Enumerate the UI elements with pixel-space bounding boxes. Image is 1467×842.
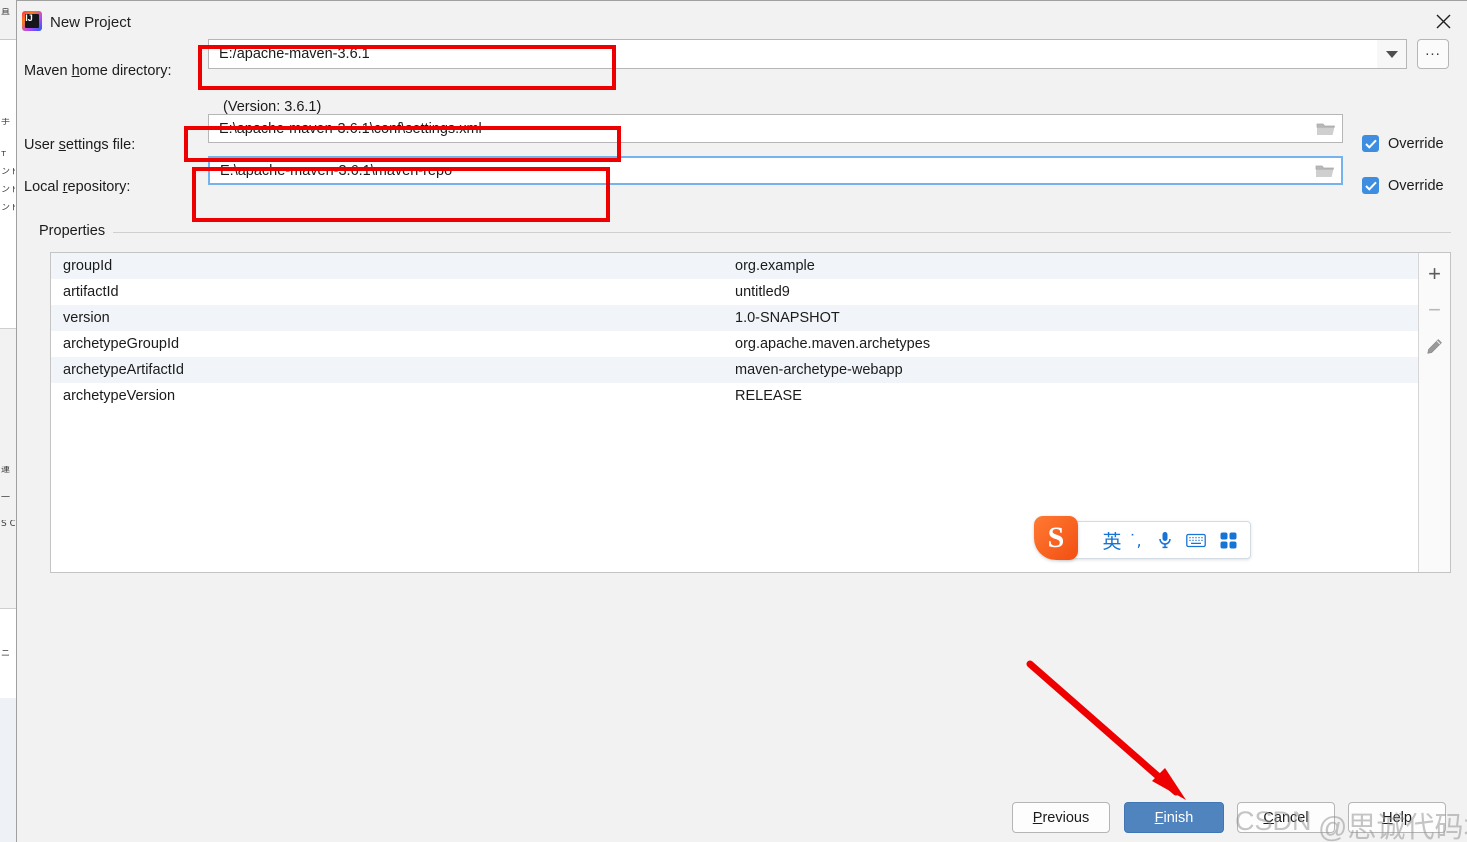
watermark-author: @思诚代码块 (1318, 812, 1467, 842)
dialog-title: New Project (50, 14, 131, 31)
ide-status-sliver (0, 698, 16, 842)
property-value: org.apache.maven.archetypes (735, 336, 931, 352)
local-repository-override-checkbox[interactable] (1362, 177, 1379, 194)
property-value: org.example (735, 258, 815, 274)
sogou-logo-icon[interactable]: S (1034, 516, 1078, 560)
screen: 直 手 т ント ント ント 運 一 S C ニ IJ New Project … (0, 0, 1467, 842)
user-settings-override-row[interactable]: Override (1362, 135, 1444, 152)
property-value: 1.0-SNAPSHOT (735, 310, 840, 326)
user-settings-override-label: Override (1388, 135, 1444, 152)
user-settings-override-checkbox[interactable] (1362, 135, 1379, 152)
pencil-icon[interactable] (1422, 333, 1448, 359)
user-settings-label: User settings file: (24, 137, 136, 153)
maven-home-label: Maven home directory: (24, 63, 172, 79)
maven-home-browse-button[interactable]: ... (1417, 39, 1449, 69)
table-row[interactable]: artifactId untitled9 (51, 279, 1418, 305)
user-settings-input[interactable]: E:\apache-maven-3.6.1\conf\settings.xml (208, 114, 1343, 143)
table-row[interactable]: archetypeGroupId org.apache.maven.archet… (51, 331, 1418, 357)
property-value: RELEASE (735, 388, 802, 404)
folder-icon[interactable] (1316, 121, 1336, 137)
properties-toolbar: + − (1418, 253, 1450, 572)
app-grid-icon[interactable] (1212, 532, 1244, 549)
ide-toolbar-sliver (0, 0, 16, 40)
local-repository-input[interactable]: E:\apache-maven-3.6.1\maven-repo (208, 156, 1343, 185)
local-repository-value: E:\apache-maven-3.6.1\maven-repo (220, 162, 453, 179)
property-key: artifactId (63, 284, 119, 300)
folder-icon[interactable] (1315, 163, 1335, 179)
local-repository-override-row[interactable]: Override (1362, 177, 1444, 194)
new-project-dialog: IJ New Project Maven home directory: E:/… (16, 0, 1467, 842)
property-value: maven-archetype-webapp (735, 362, 903, 378)
chevron-down-icon[interactable] (1377, 39, 1407, 69)
maven-home-value: E:/apache-maven-3.6.1 (219, 46, 370, 62)
local-repository-label: Local repository: (24, 179, 131, 195)
keyboard-icon[interactable] (1180, 533, 1212, 548)
ide-editor-sliver (0, 40, 16, 328)
table-row[interactable]: archetypeVersion RELEASE (51, 383, 1418, 409)
maven-home-combobox[interactable]: E:/apache-maven-3.6.1 (208, 39, 1393, 69)
close-icon[interactable] (1418, 1, 1467, 41)
maven-version-note: (Version: 3.6.1) (223, 99, 322, 115)
background-ide-sliver: 直 手 т ント ント ント 運 一 S C ニ (0, 0, 16, 842)
table-row[interactable]: groupId org.example (51, 253, 1419, 279)
sogou-ime-bar[interactable]: 英 ˙, (1057, 521, 1251, 559)
microphone-icon[interactable] (1150, 531, 1180, 549)
properties-divider (39, 232, 1451, 233)
property-value: untitled9 (735, 284, 790, 300)
table-row[interactable]: version 1.0-SNAPSHOT (51, 305, 1419, 331)
property-key: archetypeGroupId (63, 336, 180, 352)
remove-property-button[interactable]: − (1422, 297, 1448, 323)
table-row[interactable]: archetypeArtifactId maven-archetype-weba… (51, 357, 1419, 383)
user-settings-value: E:\apache-maven-3.6.1\conf\settings.xml (219, 120, 482, 137)
property-key: version (63, 310, 110, 326)
property-key: groupId (63, 258, 113, 274)
watermark-csdn: CSDN (1235, 806, 1312, 836)
previous-button[interactable]: Previous (1012, 802, 1110, 833)
add-property-button[interactable]: + (1422, 261, 1448, 287)
dialog-titlebar: IJ New Project (17, 1, 1467, 42)
property-key: archetypeVersion (63, 388, 176, 404)
finish-button[interactable]: Finish (1124, 802, 1224, 833)
property-key: archetypeArtifactId (63, 362, 184, 378)
local-repository-override-label: Override (1388, 177, 1444, 194)
ime-punctuation-icon[interactable]: ˙, (1120, 531, 1150, 550)
properties-section-title: Properties (39, 223, 114, 239)
intellij-idea-icon: IJ (22, 11, 42, 31)
